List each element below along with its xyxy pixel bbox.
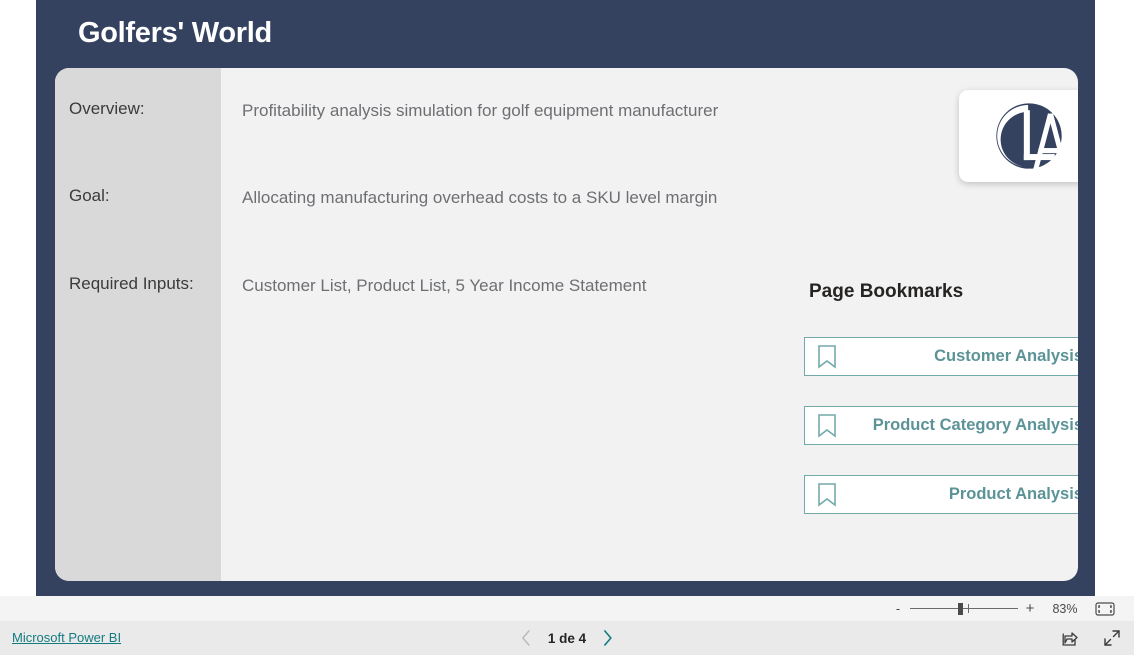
bookmark-button-customer-analysis[interactable]: Customer Analysis — [804, 337, 1078, 376]
company-logo-card — [959, 90, 1078, 182]
zoom-slider-tick — [968, 603, 969, 613]
bookmark-label: Customer Analysis — [934, 347, 1078, 365]
zoom-level-value: 83% — [1052, 601, 1078, 616]
fullscreen-icon[interactable] — [1102, 628, 1122, 648]
info-label-goal: Goal: — [69, 186, 110, 205]
bookmark-button-product-category-analysis[interactable]: Product Category Analysis — [804, 406, 1078, 445]
report-canvas: Golfers' World Overview: Profitability a… — [36, 0, 1095, 596]
zoom-slider-track — [910, 607, 1018, 609]
chevron-left-icon[interactable] — [518, 627, 534, 649]
zoom-in-button[interactable]: + — [1022, 601, 1038, 616]
info-label-overview: Overview: — [69, 99, 145, 118]
bottom-bar: Microsoft Power BI 1 de 4 — [0, 621, 1134, 655]
info-value-overview: Profitability analysis simulation for go… — [242, 101, 719, 120]
info-value-required-inputs: Customer List, Product List, 5 Year Inco… — [242, 276, 647, 295]
microsoft-power-bi-link[interactable]: Microsoft Power BI — [12, 630, 121, 645]
bookmark-icon — [817, 345, 837, 372]
cla-logo-icon — [996, 103, 1062, 169]
page-indicator: 1 de 4 — [547, 630, 587, 646]
zoom-out-button[interactable]: - — [890, 602, 906, 615]
info-label-required-inputs: Required Inputs: — [69, 274, 194, 293]
content-card: Overview: Profitability analysis simulat… — [55, 68, 1078, 581]
zoom-toolbar: - + 83% — [0, 596, 1134, 622]
share-icon[interactable] — [1060, 628, 1080, 648]
chevron-right-icon[interactable] — [600, 627, 616, 649]
bottom-bar-actions — [1060, 621, 1122, 655]
zoom-slider-thumb[interactable] — [958, 602, 963, 615]
power-bi-report-viewer: Golfers' World Overview: Profitability a… — [0, 0, 1134, 655]
bookmark-icon — [817, 414, 837, 441]
zoom-slider[interactable] — [910, 602, 1018, 616]
info-value-goal: Allocating manufacturing overhead costs … — [242, 188, 718, 207]
bookmark-label: Product Analysis — [948, 485, 1078, 503]
bookmark-icon — [817, 483, 837, 510]
fit-to-screen-icon[interactable] — [1094, 601, 1116, 617]
page-title: Golfers' World — [78, 17, 272, 49]
bookmarks-heading: Page Bookmarks — [809, 281, 964, 302]
bookmark-list: Customer Analysis Product Category Analy… — [804, 337, 1078, 514]
page-navigation: 1 de 4 — [518, 621, 616, 655]
bookmark-button-product-analysis[interactable]: Product Analysis — [804, 475, 1078, 514]
zoom-controls: - + 83% — [890, 596, 1116, 621]
bookmark-label: Product Category Analysis — [872, 416, 1078, 434]
